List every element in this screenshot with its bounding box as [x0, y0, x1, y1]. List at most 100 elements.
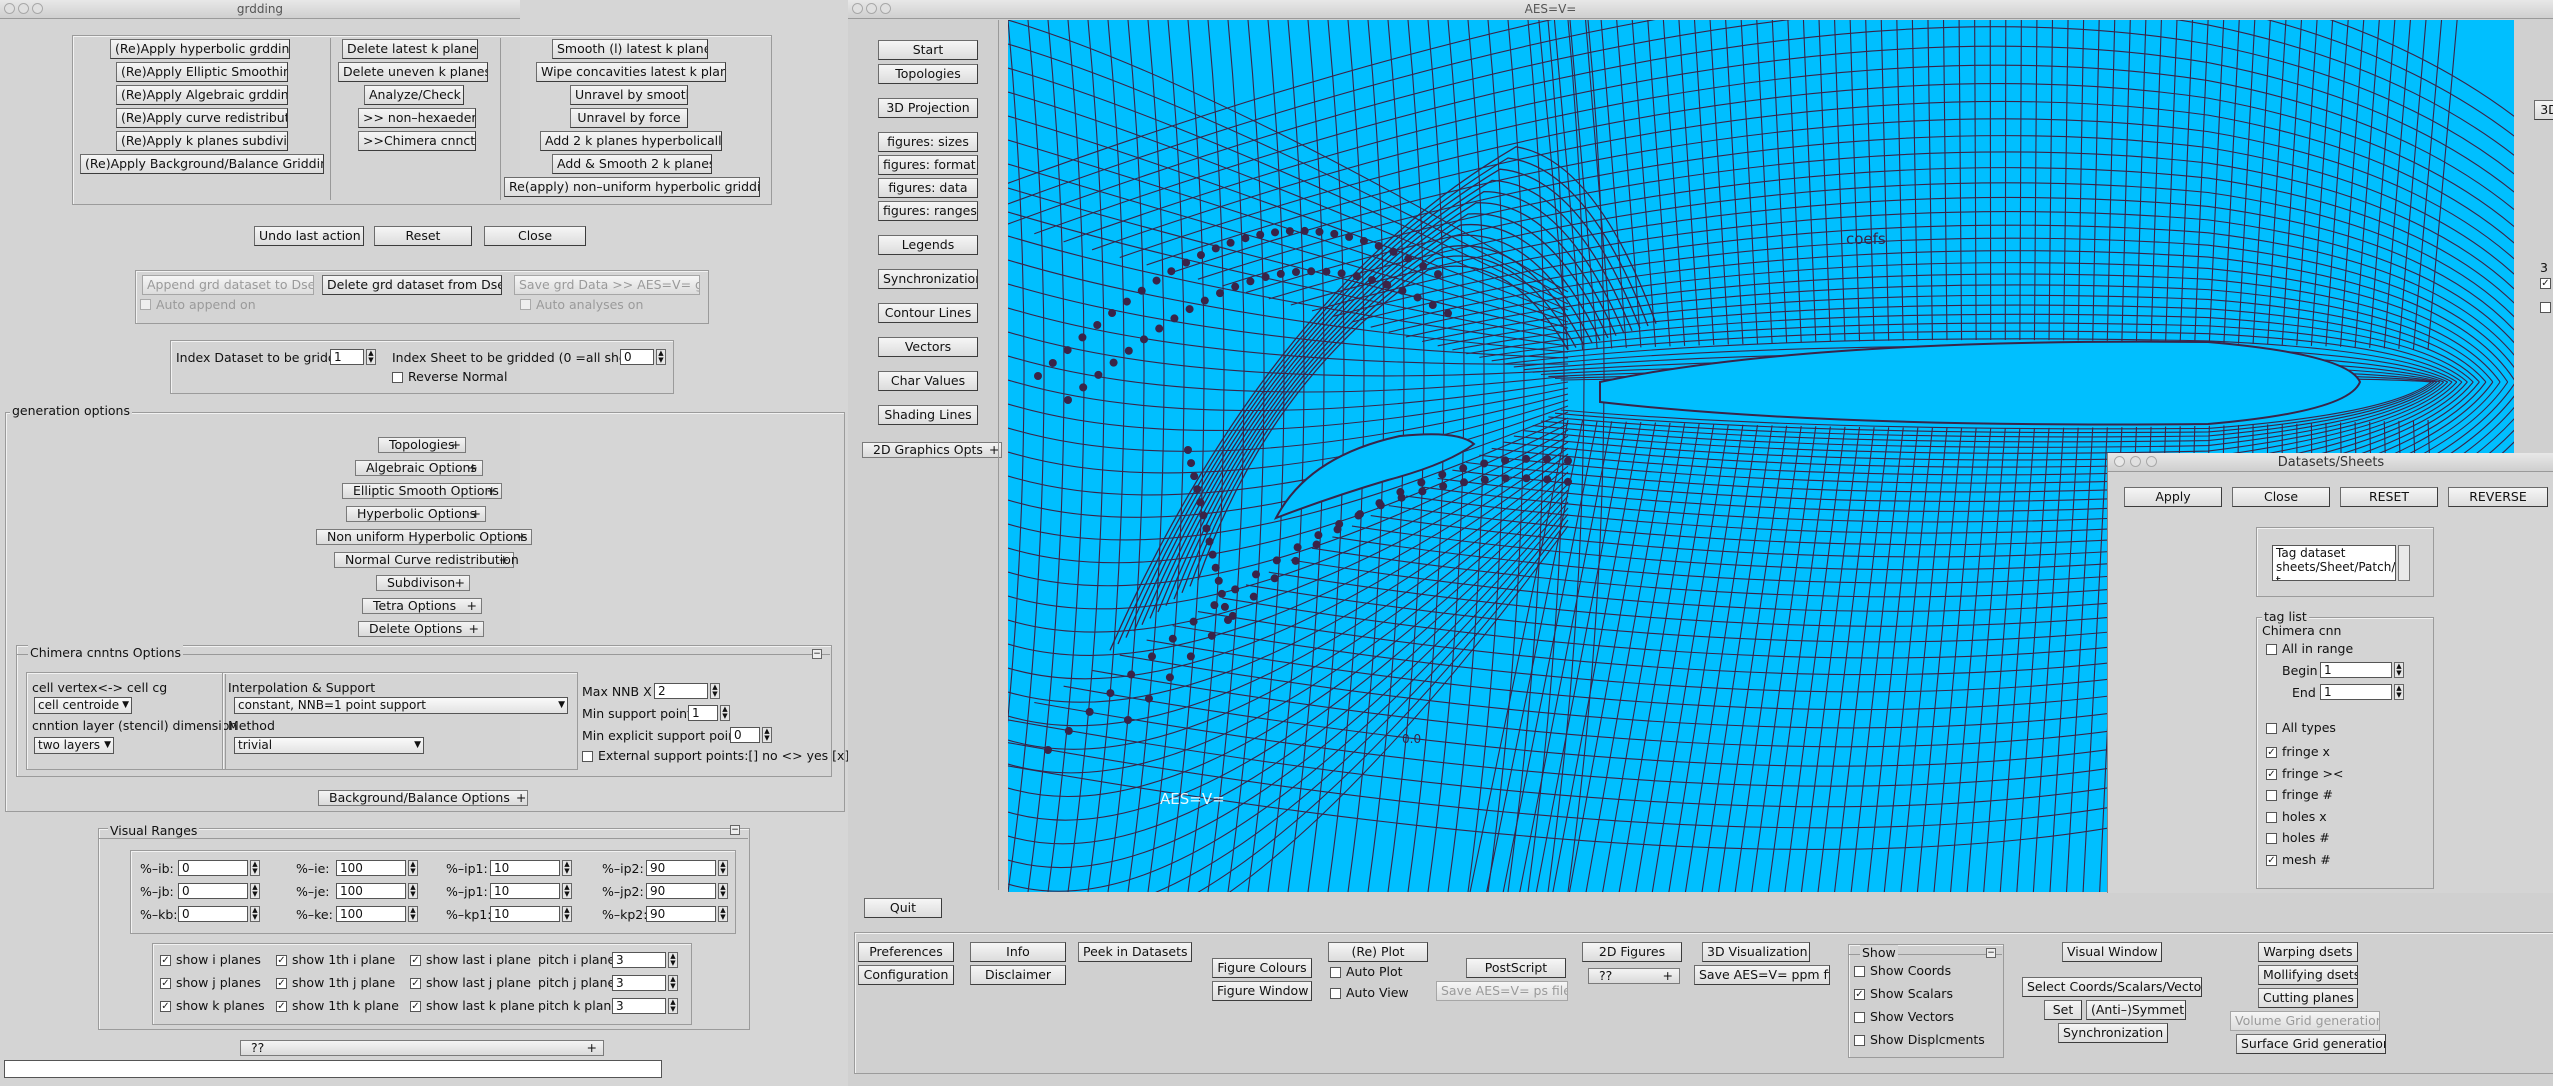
min-explicit-spinner[interactable]: ▲ ▼ [762, 727, 772, 743]
qq-fold[interactable]: ?? + [1588, 968, 1680, 984]
type-checkbox[interactable] [2266, 811, 2277, 823]
side-menu-button[interactable]: 3D Projection [878, 98, 978, 118]
close-window-icon[interactable] [2114, 456, 2125, 467]
range-spinner[interactable]: ▲ ▼ [408, 860, 418, 876]
generation-fold[interactable]: Elliptic Smooth Options + [342, 483, 502, 499]
plane-checkbox[interactable] [160, 1001, 171, 1012]
index-dataset-spinner[interactable]: ▲ ▼ [366, 349, 376, 365]
visual-ranges-collapse-icon[interactable]: − [730, 825, 740, 835]
range-input[interactable]: 0 [178, 883, 248, 899]
range-spinner[interactable]: ▲ ▼ [408, 906, 418, 922]
configuration-button[interactable]: Configuration [858, 965, 954, 985]
close-window-icon[interactable] [4, 3, 15, 14]
auto-analyses-checkbox[interactable] [520, 299, 531, 310]
pitch-spinner[interactable]: ▲ ▼ [668, 998, 678, 1014]
grid-col2-button[interactable]: Delete latest k plane [342, 39, 478, 59]
side-menu-button[interactable]: figures: sizes [878, 132, 978, 152]
save-grd-button[interactable]: Save grd Data >> AES=V= grd [514, 275, 700, 295]
min-support-input[interactable]: 1 [688, 705, 718, 721]
save-ppm-button[interactable]: Save AES=V= ppm file [1694, 965, 1830, 985]
figures-2d-button[interactable]: 2D Figures [1582, 942, 1682, 962]
undo-button[interactable]: Undo last action [254, 226, 364, 246]
min-support-spinner[interactable]: ▲ ▼ [720, 705, 730, 721]
grid-col2-button[interactable]: Analyze/Check [364, 85, 464, 105]
auto-plot-checkbox[interactable] [1330, 967, 1341, 978]
zoom-window-icon[interactable] [32, 3, 43, 14]
side-menu-button[interactable]: Shading Lines [878, 405, 978, 425]
show-vectors-checkbox[interactable] [1854, 1012, 1865, 1023]
range-spinner[interactable]: ▲ ▼ [250, 860, 260, 876]
show-scalars-checkbox[interactable] [1854, 989, 1865, 1000]
range-spinner[interactable]: ▲ ▼ [562, 906, 572, 922]
range-spinner[interactable]: ▲ ▼ [250, 883, 260, 899]
grid-col1-button[interactable]: (Re)Apply hyperbolic grdding [110, 39, 290, 59]
side-menu-button[interactable]: Synchronizations [878, 269, 978, 289]
figure-window-button[interactable]: Figure Window [1212, 981, 1312, 1001]
range-input[interactable]: 100 [336, 906, 406, 922]
type-checkbox[interactable] [2266, 790, 2277, 801]
method-select[interactable]: trivial ▼ [234, 737, 424, 754]
peek-datasets-button[interactable]: Peek in Datasets [1078, 942, 1192, 962]
background-balance-fold[interactable]: Background/Balance Options + [318, 790, 528, 806]
minimize-window-icon[interactable] [866, 3, 877, 14]
external-support-checkbox[interactable] [582, 751, 593, 762]
grid-col3-button[interactable]: Unravel by force [570, 108, 688, 128]
generation-fold[interactable]: Delete Options + [358, 621, 484, 637]
grid-col1-button[interactable]: (Re)Apply curve redistribution [116, 108, 288, 128]
reset-button[interactable]: Reset [374, 226, 472, 246]
show-displacements-checkbox[interactable] [1854, 1035, 1865, 1046]
grid-col2-button[interactable]: >>Chimera cnnctns [358, 131, 476, 151]
type-checkbox[interactable] [2266, 768, 2277, 780]
plane-checkbox[interactable] [276, 955, 287, 966]
range-input[interactable]: 90 [646, 860, 716, 876]
close-button[interactable]: Close [484, 226, 586, 246]
quit-button[interactable]: Quit [864, 898, 942, 918]
range-input[interactable]: 0 [178, 906, 248, 922]
min-explicit-input[interactable]: 0 [730, 727, 760, 743]
grid-col3-button[interactable]: Add 2 k planes hyperbolically [540, 131, 722, 151]
figure-colours-button[interactable]: Figure Colours [1212, 958, 1312, 978]
begin-spinner[interactable]: ▲ ▼ [2394, 662, 2404, 678]
chimera-collapse-icon[interactable]: − [812, 649, 822, 659]
all-in-range-checkbox[interactable] [2266, 644, 2277, 655]
visualization-3d-button[interactable]: 3D Visualization [1702, 942, 1810, 962]
grid-col1-button[interactable]: (Re)Apply Algebraic grdding [116, 85, 288, 105]
volume-grid-button[interactable]: Volume Grid generation [2230, 1011, 2380, 1031]
grid-col2-button[interactable]: >> non–hexaeder [358, 108, 476, 128]
range-input[interactable]: 100 [336, 860, 406, 876]
replot-button[interactable]: (Re) Plot [1328, 942, 1428, 962]
generation-fold[interactable]: Hyperbolic Options + [346, 506, 486, 522]
right-checkbox-1[interactable] [2540, 278, 2551, 289]
disclaimer-button[interactable]: Disclaimer [970, 965, 1066, 985]
postscript-button[interactable]: PostScript [1466, 958, 1566, 978]
side-menu-button[interactable]: figures: format [878, 155, 978, 175]
range-spinner[interactable]: ▲ ▼ [718, 883, 728, 899]
grid-col3-button[interactable]: Unravel by smooth [570, 85, 688, 105]
max-nnb-input[interactable]: 2 [654, 683, 708, 699]
side-menu-button[interactable]: figures: data [878, 178, 978, 198]
pitch-spinner[interactable]: ▲ ▼ [668, 975, 678, 991]
end-spinner[interactable]: ▲ ▼ [2394, 684, 2404, 700]
reverse-button[interactable]: REVERSE [2448, 487, 2548, 507]
right-3d-tab[interactable]: 3D [2534, 100, 2553, 120]
range-spinner[interactable]: ▲ ▼ [562, 883, 572, 899]
cell-select[interactable]: cell centroide ▼ [34, 697, 132, 714]
generation-fold[interactable]: Subdivison + [376, 575, 470, 591]
show-coords-checkbox[interactable] [1854, 966, 1865, 977]
pitch-input[interactable]: 3 [612, 975, 666, 991]
pitch-input[interactable]: 3 [612, 952, 666, 968]
zoom-window-icon[interactable] [880, 3, 891, 14]
pitch-spinner[interactable]: ▲ ▼ [668, 952, 678, 968]
save-ps-button[interactable]: Save AES=V= ps file [1436, 981, 1568, 1001]
pitch-input[interactable]: 3 [612, 998, 666, 1014]
select-coords-button[interactable]: Select Coords/Scalars/Vectors [2022, 977, 2202, 997]
synchronization-button[interactable]: Synchronization [2058, 1023, 2168, 1043]
tag-text-scrollbar[interactable] [2398, 545, 2410, 581]
range-spinner[interactable]: ▲ ▼ [250, 906, 260, 922]
side-menu-button[interactable]: Contour Lines [878, 303, 978, 323]
apply-button[interactable]: Apply [2124, 487, 2222, 507]
plane-checkbox[interactable] [410, 955, 421, 966]
range-input[interactable]: 10 [490, 883, 560, 899]
visual-window-button[interactable]: Visual Window [2062, 942, 2162, 962]
begin-input[interactable]: 1 [2320, 662, 2392, 678]
